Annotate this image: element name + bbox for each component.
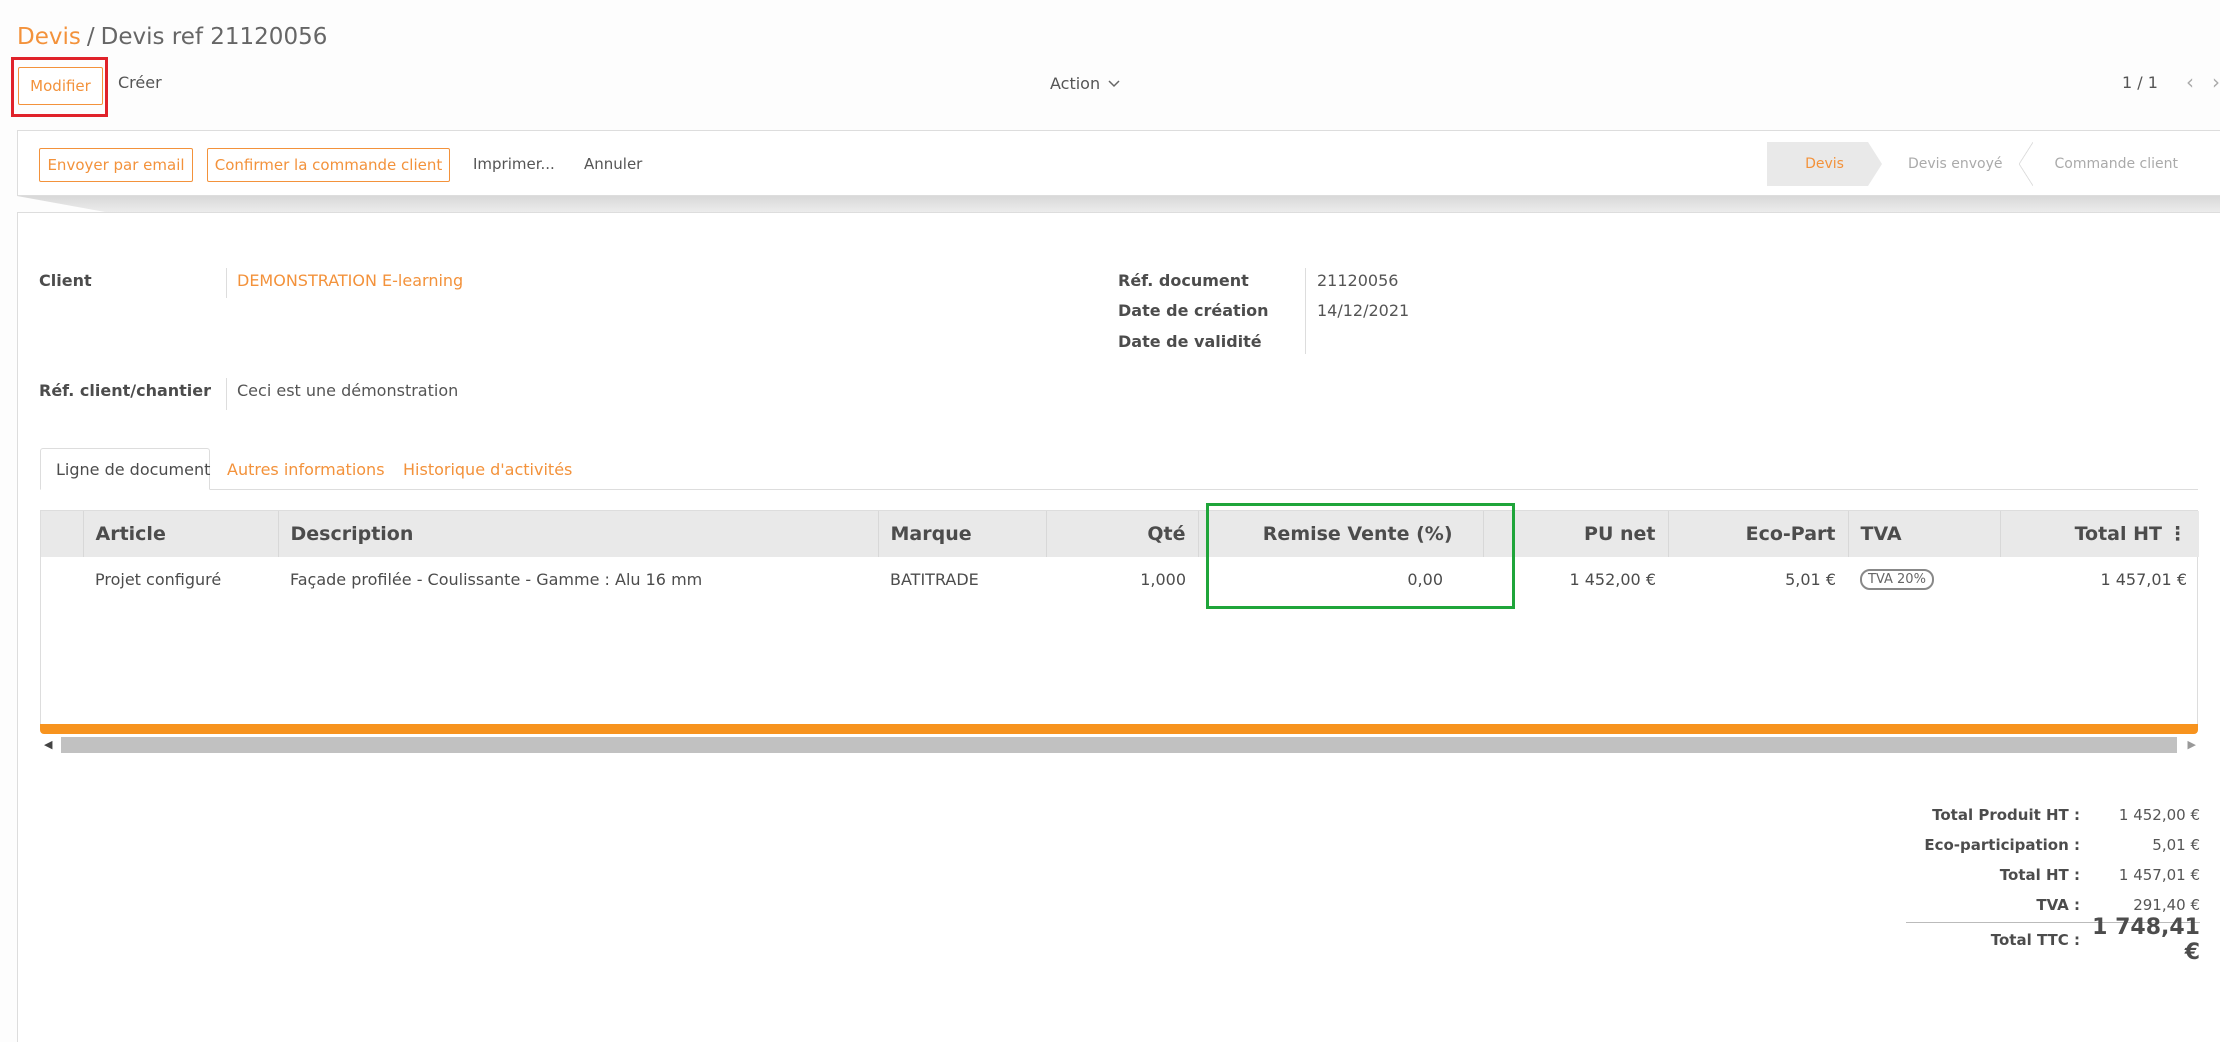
status-step-quote[interactable]: Devis: [1767, 142, 1882, 186]
validity-date-label: Date de validité: [1118, 332, 1262, 351]
total-label: Total HT :: [1999, 866, 2080, 884]
action-menu[interactable]: Action: [1050, 74, 1120, 93]
edit-button[interactable]: Modifier: [18, 67, 103, 105]
total-label: Eco-participation :: [1924, 836, 2080, 854]
cancel-button[interactable]: Annuler: [584, 155, 642, 173]
confirm-order-button[interactable]: Confirmer la commande client: [207, 148, 450, 182]
total-value: 5,01 €: [2152, 836, 2200, 854]
scroll-left-arrow-icon[interactable]: ◀: [44, 738, 52, 751]
tab-label: Ligne de document: [56, 459, 211, 479]
doc-ref-label: Réf. document: [1118, 271, 1249, 290]
status-step-label: Devis: [1805, 156, 1844, 172]
breadcrumb-current: Devis ref 21120056: [100, 24, 328, 50]
status-step-label: Devis envoyé: [1907, 156, 2003, 172]
client-label: Client: [39, 271, 92, 290]
total-label: TVA :: [2036, 896, 2080, 914]
chevron-right-icon[interactable]: ›: [2212, 70, 2220, 94]
table-row[interactable]: Projet configuré Façade profilée - Couli…: [41, 557, 2199, 601]
field-divider: [226, 378, 227, 410]
action-menu-label: Action: [1050, 74, 1101, 93]
cell-total-ht[interactable]: 1 457,01 €: [2000, 557, 2199, 601]
order-lines-table: Article Description Marque Qté Remise Ve…: [40, 510, 2199, 725]
total-value: 1 452,00 €: [2118, 806, 2200, 824]
create-button[interactable]: Créer: [118, 73, 162, 92]
tab-other-info[interactable]: Autres informations: [212, 448, 400, 490]
table-footer-bar: [40, 724, 2198, 734]
tab-label: Historique d'activités: [403, 459, 573, 479]
column-header-total-ht-label: Total HT: [2074, 523, 2162, 545]
field-divider: [226, 268, 227, 298]
totals-summary: Total Produit HT : 1 452,00 € Eco-partic…: [1880, 800, 2200, 965]
cell-brand[interactable]: BATITRADE: [878, 557, 1046, 601]
breadcrumb-parent-link[interactable]: Devis: [17, 24, 81, 50]
grand-total-value: 1 748,41 €: [2092, 915, 2200, 965]
header-shadow: [17, 196, 2220, 212]
breadcrumb: Devis / Devis ref 21120056: [17, 24, 327, 50]
table-header-row: Article Description Marque Qté Remise Ve…: [41, 511, 2199, 557]
pager-value: 1 / 1: [2122, 73, 2158, 92]
horizontal-scrollbar[interactable]: ◀ ▶: [40, 737, 2198, 753]
field-divider: [1305, 268, 1306, 354]
column-header-brand[interactable]: Marque: [877, 511, 1046, 557]
cell-description[interactable]: Façade profilée - Coulissante - Gamme : …: [278, 557, 878, 601]
status-step-quote-sent[interactable]: Devis envoyé: [1868, 142, 2033, 186]
grand-total-row: Total TTC : 1 748,41 €: [1880, 915, 2200, 965]
breadcrumb-separator: /: [86, 24, 95, 50]
column-header-eco-part[interactable]: Eco-Part: [1667, 511, 1848, 557]
creation-date-label: Date de création: [1118, 301, 1269, 320]
highlight-box-green: [1206, 503, 1515, 609]
column-header-tax[interactable]: TVA: [1847, 511, 2000, 557]
column-options-icon[interactable]: ⋮: [2168, 523, 2187, 545]
send-email-button[interactable]: Envoyer par email: [39, 148, 193, 182]
grand-total-label: Total TTC :: [1990, 931, 2080, 949]
statusbar: Devis Devis envoyé Commande client: [1767, 142, 2220, 186]
total-label: Total Produit HT :: [1932, 806, 2080, 824]
client-link[interactable]: DEMONSTRATION E-learning: [237, 271, 463, 290]
total-value: 1 457,01 €: [2118, 866, 2200, 884]
client-ref-value: Ceci est une démonstration: [237, 381, 459, 400]
total-product-ht-row: Total Produit HT : 1 452,00 €: [1880, 800, 2200, 830]
status-step-customer-order[interactable]: Commande client: [2027, 142, 2220, 186]
tab-label: Autres informations: [227, 459, 385, 479]
eco-participation-row: Eco-participation : 5,01 €: [1880, 830, 2200, 860]
cell-tax[interactable]: TVA 20%: [1848, 557, 2000, 601]
client-ref-label: Réf. client/chantier: [39, 381, 212, 400]
column-header-article[interactable]: Article: [82, 511, 278, 557]
total-ht-row: Total HT : 1 457,01 €: [1880, 860, 2200, 890]
scroll-right-arrow-icon[interactable]: ▶: [2188, 738, 2196, 751]
chevron-left-icon[interactable]: ‹: [2186, 70, 2194, 94]
cell-eco-part[interactable]: 5,01 €: [1668, 557, 1848, 601]
column-header-total-ht[interactable]: Total HT ⋮: [1999, 511, 2199, 557]
doc-ref-value: 21120056: [1317, 271, 1399, 290]
column-header-selector[interactable]: [41, 511, 83, 557]
column-header-qty[interactable]: Qté: [1045, 511, 1198, 557]
column-header-description[interactable]: Description: [277, 511, 878, 557]
tab-document-lines[interactable]: Ligne de document: [40, 448, 210, 490]
creation-date-value: 14/12/2021: [1317, 301, 1410, 320]
status-step-label: Commande client: [2054, 156, 2178, 172]
tab-activity-history[interactable]: Historique d'activités: [388, 448, 587, 490]
print-button[interactable]: Imprimer...: [473, 155, 555, 173]
row-selector-cell[interactable]: [41, 557, 83, 601]
scrollbar-thumb[interactable]: [61, 737, 2177, 753]
cell-qty[interactable]: 1,000: [1046, 557, 1198, 601]
chevron-down-icon: [1108, 79, 1120, 87]
tax-badge: TVA 20%: [1860, 569, 1934, 590]
cell-article[interactable]: Projet configuré: [83, 557, 278, 601]
total-value: 291,40 €: [2133, 896, 2200, 914]
